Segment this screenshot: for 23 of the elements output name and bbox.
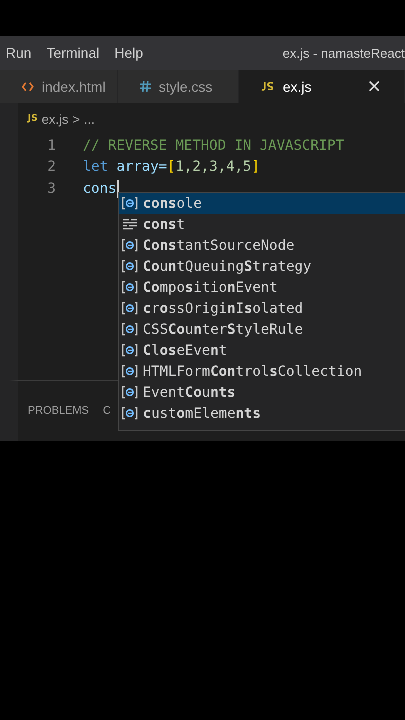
js-icon: JS xyxy=(28,114,38,124)
suggestion-label: ConstantSourceNode xyxy=(143,238,295,254)
suggestion-label: crossOriginIsolated xyxy=(143,300,304,316)
tab-label: ex.js xyxy=(283,78,312,94)
suggestion-label: CompositionEvent xyxy=(143,280,278,296)
tab-label: style.css xyxy=(159,78,213,94)
code-text: cons xyxy=(83,180,117,197)
breadcrumb-separator: > xyxy=(72,112,80,126)
suggestion-label: HTMLFormControlsCollection xyxy=(143,364,362,380)
suggestion-label: console xyxy=(143,196,202,212)
window-title: ex.js - namasteReact xyxy=(282,46,405,60)
code-text: let array=[1,2,3,4,5] xyxy=(83,159,260,176)
suggestion-label: const xyxy=(143,216,186,232)
line-number: 2 xyxy=(46,159,56,176)
code-comment: // REVERSE METHOD IN JAVASCRIPT xyxy=(83,138,344,154)
suggestion-label: customElements xyxy=(143,406,262,422)
tab-label: index.html xyxy=(42,78,106,94)
suggestion-label: CountQueuingStrategy xyxy=(143,258,312,274)
suggestion-label: EventCounts xyxy=(143,384,236,400)
suggestion-label: CloseEvent xyxy=(143,342,228,358)
suggestion-label: CSSCounterStyleRule xyxy=(143,322,304,338)
line-number: 1 xyxy=(46,138,56,154)
line-number: 3 xyxy=(46,180,56,197)
